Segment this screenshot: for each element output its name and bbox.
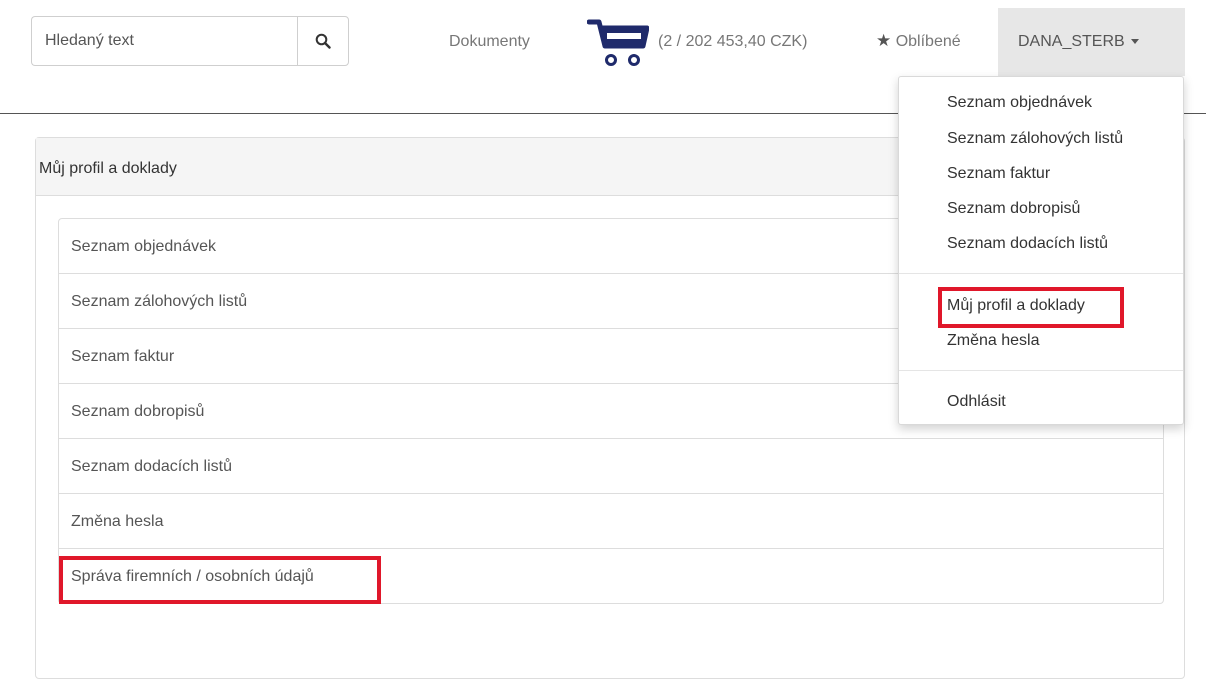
menu-item-credit-notes[interactable]: Seznam dobropisů [947, 200, 1080, 218]
menu-item-advance-invoices[interactable]: Seznam zálohových listů [947, 130, 1123, 148]
list-item-change-password[interactable]: Změna hesla [59, 494, 1163, 549]
list-item-delivery-notes[interactable]: Seznam dodacích listů [59, 439, 1163, 494]
menu-item-logout[interactable]: Odhlásit [947, 393, 1006, 411]
favorites-label: Oblíbené [895, 33, 961, 50]
shopping-cart-icon [587, 19, 649, 66]
list-item-label: Seznam dobropisů [71, 403, 205, 420]
menu-divider [899, 273, 1183, 274]
list-item-label: Seznam zálohových listů [71, 293, 248, 310]
menu-item-delivery-notes[interactable]: Seznam dodacích listů [947, 235, 1108, 253]
highlight-box-profile-documents [938, 287, 1124, 328]
panel-title: Můj profil a doklady [39, 160, 177, 177]
user-dropdown-menu: Seznam objednávek Seznam zálohových list… [898, 76, 1184, 425]
favorites-link[interactable]: ★ Oblíbené [876, 32, 961, 51]
list-item-label: Seznam objednávek [71, 238, 216, 255]
cart-summary[interactable]: (2 / 202 453,40 CZK) [658, 33, 807, 51]
star-icon: ★ [876, 31, 892, 50]
search-icon [315, 33, 331, 49]
user-name: DANA_STERB [1018, 33, 1125, 50]
cart-button[interactable] [587, 16, 649, 70]
search-group [31, 16, 349, 66]
menu-item-orders[interactable]: Seznam objednávek [947, 94, 1092, 112]
menu-divider [899, 370, 1183, 371]
list-item-label: Seznam faktur [71, 348, 175, 365]
highlight-box-company-data [59, 556, 381, 604]
search-button[interactable] [297, 16, 349, 66]
menu-item-change-password[interactable]: Změna hesla [947, 332, 1040, 350]
menu-item-invoices[interactable]: Seznam faktur [947, 165, 1050, 183]
list-item-label: Seznam dodacích listů [71, 458, 232, 475]
nav-documents-link[interactable]: Dokumenty [449, 33, 530, 51]
search-input[interactable] [31, 16, 297, 66]
user-menu-toggle[interactable]: DANA_STERB [998, 8, 1185, 76]
caret-down-icon [1130, 39, 1139, 45]
list-item-label: Změna hesla [71, 513, 164, 530]
